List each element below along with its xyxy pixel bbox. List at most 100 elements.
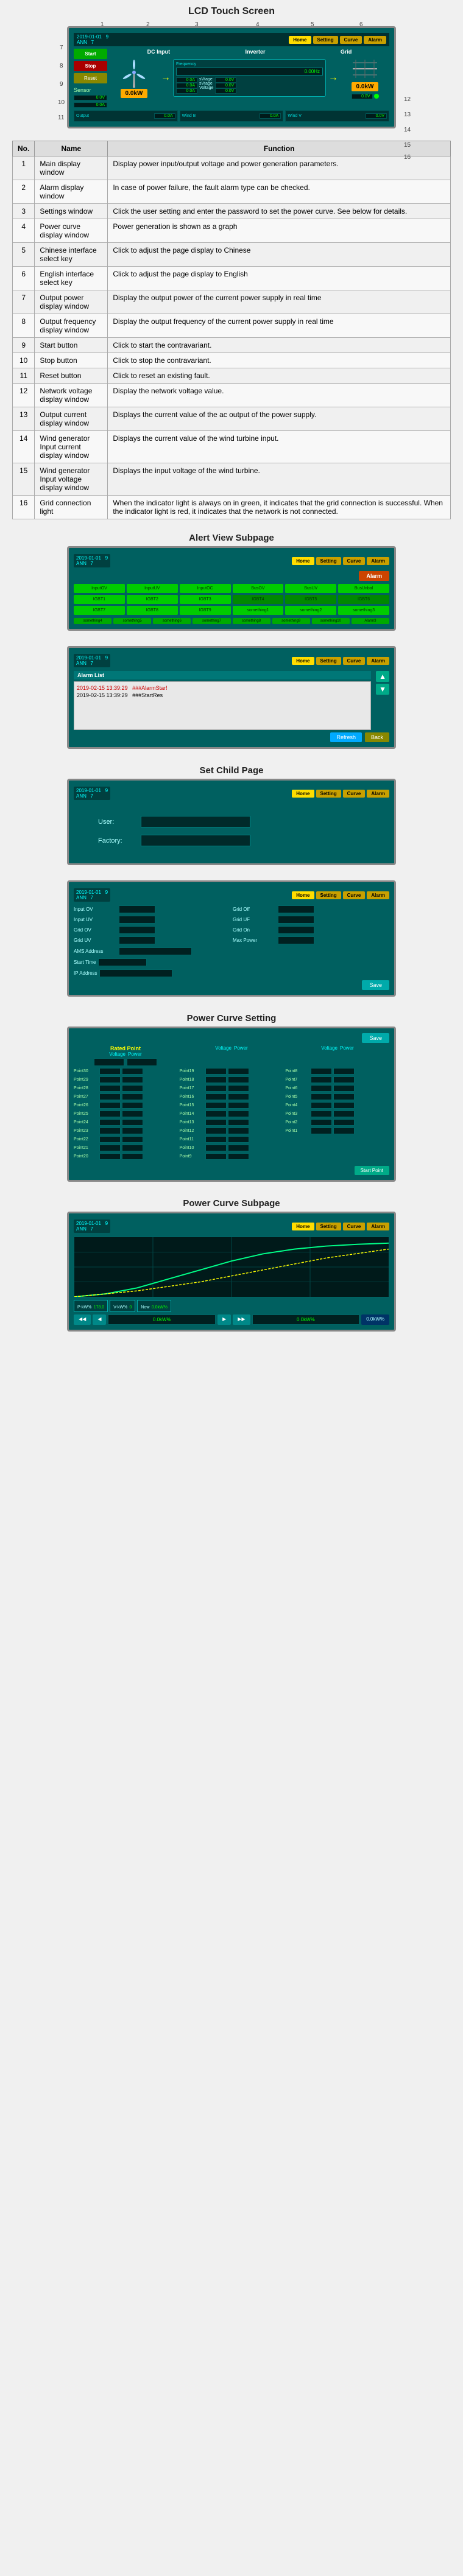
pcs-input-p-point25[interactable] <box>122 1111 143 1117</box>
pcs-input-p-point12[interactable] <box>228 1128 249 1134</box>
alert-btn-inputov[interactable]: InputOV <box>74 584 125 593</box>
pcs-input-p-point5[interactable] <box>333 1093 355 1100</box>
nav-tab-alarm[interactable]: Alarm <box>364 36 386 44</box>
alert-btn-igbt2[interactable]: IGBT2 <box>127 595 178 604</box>
pcs-tab-curve[interactable]: Curve <box>343 1223 366 1230</box>
pcs-input-v-point1[interactable] <box>311 1128 332 1134</box>
grid-off-field[interactable] <box>278 905 314 913</box>
alert-bottom-btn-something5[interactable]: something5 <box>113 618 151 624</box>
set-tab-alarm[interactable]: Alarm <box>367 790 389 798</box>
settings-tab-alarm[interactable]: Alarm <box>367 891 389 899</box>
alert-btn-busunbal[interactable]: BusUnbal <box>338 584 389 593</box>
pcs-input-p-point11[interactable] <box>228 1136 249 1143</box>
pcs-input-p-point10[interactable] <box>228 1145 249 1151</box>
alert-tab-setting[interactable]: Setting <box>316 557 341 565</box>
pcs-input-p-point2[interactable] <box>333 1119 355 1126</box>
pcs-input-v-point6[interactable] <box>311 1085 332 1092</box>
alert-btn-igbt9[interactable]: IGBT9 <box>180 606 231 615</box>
set-child-nav-tabs[interactable]: Home Setting Curve Alarm <box>292 790 389 798</box>
alert-btn-igbt3[interactable]: IGBT3 <box>180 595 231 604</box>
pcs-input-v-point17[interactable] <box>205 1085 227 1092</box>
pcs-input-v-point4[interactable] <box>311 1102 332 1109</box>
factory-input[interactable] <box>141 835 250 846</box>
pcs-input-p-point17[interactable] <box>228 1085 249 1092</box>
alert-btn-igbt5[interactable]: IGBT5 <box>285 595 336 604</box>
start-time-field[interactable] <box>98 958 147 966</box>
pcs-input-p-point26[interactable] <box>122 1102 143 1109</box>
alert-btn-igbt4[interactable]: IGBT4 <box>233 595 284 604</box>
max-power-field[interactable] <box>278 936 314 944</box>
start-point-btn[interactable]: Start Point <box>355 1166 389 1175</box>
alert-btn-inputoc[interactable]: InputOC <box>180 584 231 593</box>
alert-log-tab-home[interactable]: Home <box>292 657 314 665</box>
pcs-input-v-point10[interactable] <box>205 1145 227 1151</box>
user-input[interactable] <box>141 816 250 827</box>
pcs-input-v-point24[interactable] <box>99 1119 121 1126</box>
alert-btn-something2[interactable]: something2 <box>285 606 336 615</box>
pcs-subpage-tabs[interactable]: Home Setting Curve Alarm <box>292 1223 389 1230</box>
pcs-input-v-point26[interactable] <box>99 1102 121 1109</box>
pcs-input-v-point22[interactable] <box>99 1136 121 1143</box>
curve-btn-3[interactable]: ▶ <box>217 1314 231 1325</box>
pcs-input-p-point16[interactable] <box>228 1093 249 1100</box>
scroll-down-btn[interactable]: ▼ <box>376 684 389 695</box>
pcs-input-v-point27[interactable] <box>99 1093 121 1100</box>
settings-sub-tabs[interactable]: Home Setting Curve Alarm <box>292 891 389 899</box>
alert-log-tab-curve[interactable]: Curve <box>343 657 366 665</box>
grid-on-field[interactable] <box>278 926 314 934</box>
pcs-input-v-point9[interactable] <box>205 1153 227 1160</box>
rated-power-input[interactable] <box>127 1058 157 1066</box>
alert-bottom-btn-something8[interactable]: something8 <box>233 618 270 624</box>
ams-field[interactable] <box>119 947 192 955</box>
pcs-input-v-point8[interactable] <box>311 1068 332 1075</box>
pcs-input-p-point22[interactable] <box>122 1136 143 1143</box>
alert-btn-busuv[interactable]: BusUV <box>285 584 336 593</box>
rated-voltage-input[interactable] <box>94 1058 124 1066</box>
set-tab-home[interactable]: Home <box>292 790 314 798</box>
alert-btn-igbt8[interactable]: IGBT8 <box>127 606 178 615</box>
grid-ov-field[interactable] <box>119 926 155 934</box>
pcs-input-v-point3[interactable] <box>311 1111 332 1117</box>
settings-tab-curve[interactable]: Curve <box>343 891 366 899</box>
alert-log-nav-tabs[interactable]: Home Setting Curve Alarm <box>292 657 389 665</box>
pcs-tab-setting[interactable]: Setting <box>316 1223 341 1230</box>
pcs-input-p-point27[interactable] <box>122 1093 143 1100</box>
alert-bottom-btn-something9[interactable]: something9 <box>272 618 310 624</box>
pcs-input-v-point16[interactable] <box>205 1093 227 1100</box>
settings-tab-setting[interactable]: Setting <box>316 891 341 899</box>
pcs-input-p-point7[interactable] <box>333 1076 355 1083</box>
alert-btn-something1[interactable]: something1 <box>233 606 284 615</box>
set-tab-curve[interactable]: Curve <box>343 790 366 798</box>
nav-tab-home[interactable]: Home <box>289 36 311 44</box>
pcs-input-p-point28[interactable] <box>122 1085 143 1092</box>
alert-tab-alarm[interactable]: Alarm <box>367 557 389 565</box>
pcs-input-p-point4[interactable] <box>333 1102 355 1109</box>
alarm-dismiss-btn[interactable]: Alarm <box>359 571 389 581</box>
reset-button[interactable]: Reset <box>74 73 107 83</box>
pcs-input-v-point20[interactable] <box>99 1153 121 1160</box>
pcs-save-btn[interactable]: Save <box>362 1033 389 1043</box>
pcs-input-v-point12[interactable] <box>205 1128 227 1134</box>
pcs-input-v-point23[interactable] <box>99 1128 121 1134</box>
pcs-input-v-point7[interactable] <box>311 1076 332 1083</box>
alert-tab-home[interactable]: Home <box>292 557 314 565</box>
pcs-input-v-point19[interactable] <box>205 1068 227 1075</box>
grid-uv-field[interactable] <box>119 936 155 944</box>
pcs-input-v-point5[interactable] <box>311 1093 332 1100</box>
input-uv-field[interactable] <box>119 916 155 924</box>
alert-btn-busov[interactable]: BusOV <box>233 584 284 593</box>
start-button[interactable]: Start <box>74 49 107 59</box>
pcs-input-p-point6[interactable] <box>333 1085 355 1092</box>
pcs-tab-alarm[interactable]: Alarm <box>367 1223 389 1230</box>
input-ov-field[interactable] <box>119 905 155 913</box>
pcs-input-p-point24[interactable] <box>122 1119 143 1126</box>
nav-tabs-lcd[interactable]: Home Setting Curve Alarm <box>289 36 386 44</box>
scroll-up-btn[interactable]: ▲ <box>376 671 389 682</box>
nav-tab-curve[interactable]: Curve <box>340 36 362 44</box>
pcs-input-p-point18[interactable] <box>228 1076 249 1083</box>
pcs-input-v-point14[interactable] <box>205 1111 227 1117</box>
pcs-input-v-point18[interactable] <box>205 1076 227 1083</box>
pcs-tab-home[interactable]: Home <box>292 1223 314 1230</box>
pcs-input-v-point30[interactable] <box>99 1068 121 1075</box>
pcs-input-p-point13[interactable] <box>228 1119 249 1126</box>
